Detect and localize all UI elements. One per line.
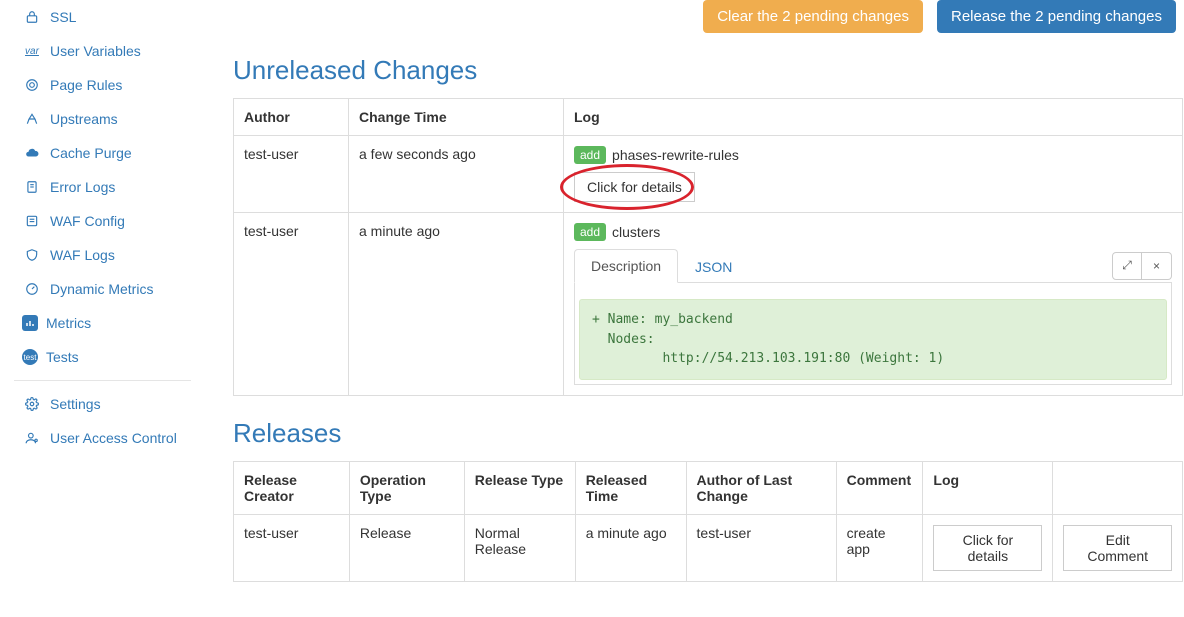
sidebar-item-user-variables[interactable]: var User Variables bbox=[0, 34, 205, 68]
list-icon bbox=[22, 213, 42, 229]
releases-title: Releases bbox=[233, 418, 1184, 449]
sidebar-item-label: SSL bbox=[50, 9, 76, 25]
var-icon: var bbox=[22, 43, 42, 59]
clear-pending-button[interactable]: Clear the 2 pending changes bbox=[703, 0, 923, 33]
expand-icon: ⤢ bbox=[1122, 258, 1132, 273]
cell-reltime: a minute ago bbox=[575, 514, 686, 581]
unreleased-table: Author Change Time Log test-user a few s… bbox=[233, 98, 1183, 396]
document-icon bbox=[22, 179, 42, 195]
col-log: Log bbox=[564, 99, 1183, 136]
cell-creator: test-user bbox=[234, 514, 350, 581]
col-author: Author bbox=[234, 99, 349, 136]
chart-icon bbox=[22, 315, 38, 331]
sidebar-item-label: Tests bbox=[46, 349, 79, 365]
tab-json[interactable]: JSON bbox=[678, 250, 749, 283]
main-content: Clear the 2 pending changes Release the … bbox=[205, 0, 1184, 617]
target-icon bbox=[22, 77, 42, 93]
sidebar-item-label: Metrics bbox=[46, 315, 91, 331]
add-badge: add bbox=[574, 146, 606, 164]
sidebar-item-cache-purge[interactable]: Cache Purge bbox=[0, 136, 205, 170]
cell-actions: Edit Comment bbox=[1053, 514, 1183, 581]
sidebar-item-label: WAF Config bbox=[50, 213, 125, 229]
cell-lastauthor: test-user bbox=[686, 514, 836, 581]
sidebar-item-label: WAF Logs bbox=[50, 247, 115, 263]
sidebar-item-label: Settings bbox=[50, 396, 101, 412]
sidebar-item-error-logs[interactable]: Error Logs bbox=[0, 170, 205, 204]
log-entry-title: phases-rewrite-rules bbox=[612, 147, 739, 163]
user-icon bbox=[22, 430, 42, 446]
sidebar-item-settings[interactable]: Settings bbox=[0, 387, 205, 421]
upstreams-icon bbox=[22, 111, 42, 127]
sidebar-item-waf-config[interactable]: WAF Config bbox=[0, 204, 205, 238]
sidebar-item-label: Upstreams bbox=[50, 111, 118, 127]
sidebar-item-label: Dynamic Metrics bbox=[50, 281, 153, 297]
gauge-icon bbox=[22, 281, 42, 297]
sidebar-item-label: Error Logs bbox=[50, 179, 115, 195]
close-button[interactable]: × bbox=[1142, 252, 1172, 280]
cell-log: add clusters Description JSON ⤢ bbox=[564, 213, 1183, 396]
release-pending-button[interactable]: Release the 2 pending changes bbox=[937, 0, 1176, 33]
log-entry-title: clusters bbox=[612, 224, 660, 240]
lock-icon bbox=[22, 9, 42, 25]
click-for-details-button[interactable]: Click for details bbox=[933, 525, 1042, 571]
sidebar-item-waf-logs[interactable]: WAF Logs bbox=[0, 238, 205, 272]
tab-content: + Name: my_backend Nodes: http://54.213.… bbox=[574, 283, 1172, 385]
col-change-time: Change Time bbox=[349, 99, 564, 136]
cell-optype: Release bbox=[349, 514, 464, 581]
cell-time: a minute ago bbox=[349, 213, 564, 396]
col-release-creator: Release Creator bbox=[234, 461, 350, 514]
sidebar-item-dynamic-metrics[interactable]: Dynamic Metrics bbox=[0, 272, 205, 306]
col-last-author: Author of Last Change bbox=[686, 461, 836, 514]
col-releases-log: Log bbox=[923, 461, 1053, 514]
topbar: Clear the 2 pending changes Release the … bbox=[233, 0, 1184, 33]
add-badge: add bbox=[574, 223, 606, 241]
click-for-details-button[interactable]: Click for details bbox=[574, 172, 695, 202]
sidebar-item-user-access[interactable]: User Access Control bbox=[0, 421, 205, 455]
sidebar-item-tests[interactable]: test Tests bbox=[0, 340, 205, 374]
sidebar-item-ssl[interactable]: SSL bbox=[0, 0, 205, 34]
diff-codeblock: + Name: my_backend Nodes: http://54.213.… bbox=[579, 299, 1167, 380]
sidebar-item-label: User Access Control bbox=[50, 430, 177, 446]
col-comment: Comment bbox=[836, 461, 923, 514]
close-icon: × bbox=[1153, 259, 1160, 273]
cell-log: add phases-rewrite-rules Click for detai… bbox=[564, 136, 1183, 213]
col-actions bbox=[1053, 461, 1183, 514]
cloud-icon bbox=[22, 145, 42, 161]
shield-icon bbox=[22, 247, 42, 263]
sidebar-item-metrics[interactable]: Metrics bbox=[0, 306, 205, 340]
sidebar-item-label: Page Rules bbox=[50, 77, 122, 93]
cell-reltype: Normal Release bbox=[464, 514, 575, 581]
table-row: test-user Release Normal Release a minut… bbox=[234, 514, 1183, 581]
sidebar: SSL var User Variables Page Rules Upstre… bbox=[0, 0, 205, 617]
col-release-type: Release Type bbox=[464, 461, 575, 514]
cell-author: test-user bbox=[234, 213, 349, 396]
cell-author: test-user bbox=[234, 136, 349, 213]
sidebar-item-upstreams[interactable]: Upstreams bbox=[0, 102, 205, 136]
cell-time: a few seconds ago bbox=[349, 136, 564, 213]
col-released-time: Released Time bbox=[575, 461, 686, 514]
sidebar-item-label: Cache Purge bbox=[50, 145, 132, 161]
tab-description[interactable]: Description bbox=[574, 249, 678, 283]
table-row: test-user a minute ago add clusters Desc… bbox=[234, 213, 1183, 396]
cell-comment: create app bbox=[836, 514, 923, 581]
cell-log: Click for details bbox=[923, 514, 1053, 581]
gear-icon bbox=[22, 396, 42, 412]
table-row: test-user a few seconds ago add phases-r… bbox=[234, 136, 1183, 213]
expand-button[interactable]: ⤢ bbox=[1112, 252, 1142, 280]
test-icon: test bbox=[22, 349, 38, 365]
edit-comment-button[interactable]: Edit Comment bbox=[1063, 525, 1172, 571]
unreleased-title: Unreleased Changes bbox=[233, 55, 1184, 86]
releases-table: Release Creator Operation Type Release T… bbox=[233, 461, 1183, 582]
col-operation-type: Operation Type bbox=[349, 461, 464, 514]
sidebar-item-label: User Variables bbox=[50, 43, 141, 59]
sidebar-separator bbox=[14, 380, 191, 381]
details-tabs: Description JSON ⤢ × bbox=[574, 249, 1172, 283]
sidebar-item-page-rules[interactable]: Page Rules bbox=[0, 68, 205, 102]
